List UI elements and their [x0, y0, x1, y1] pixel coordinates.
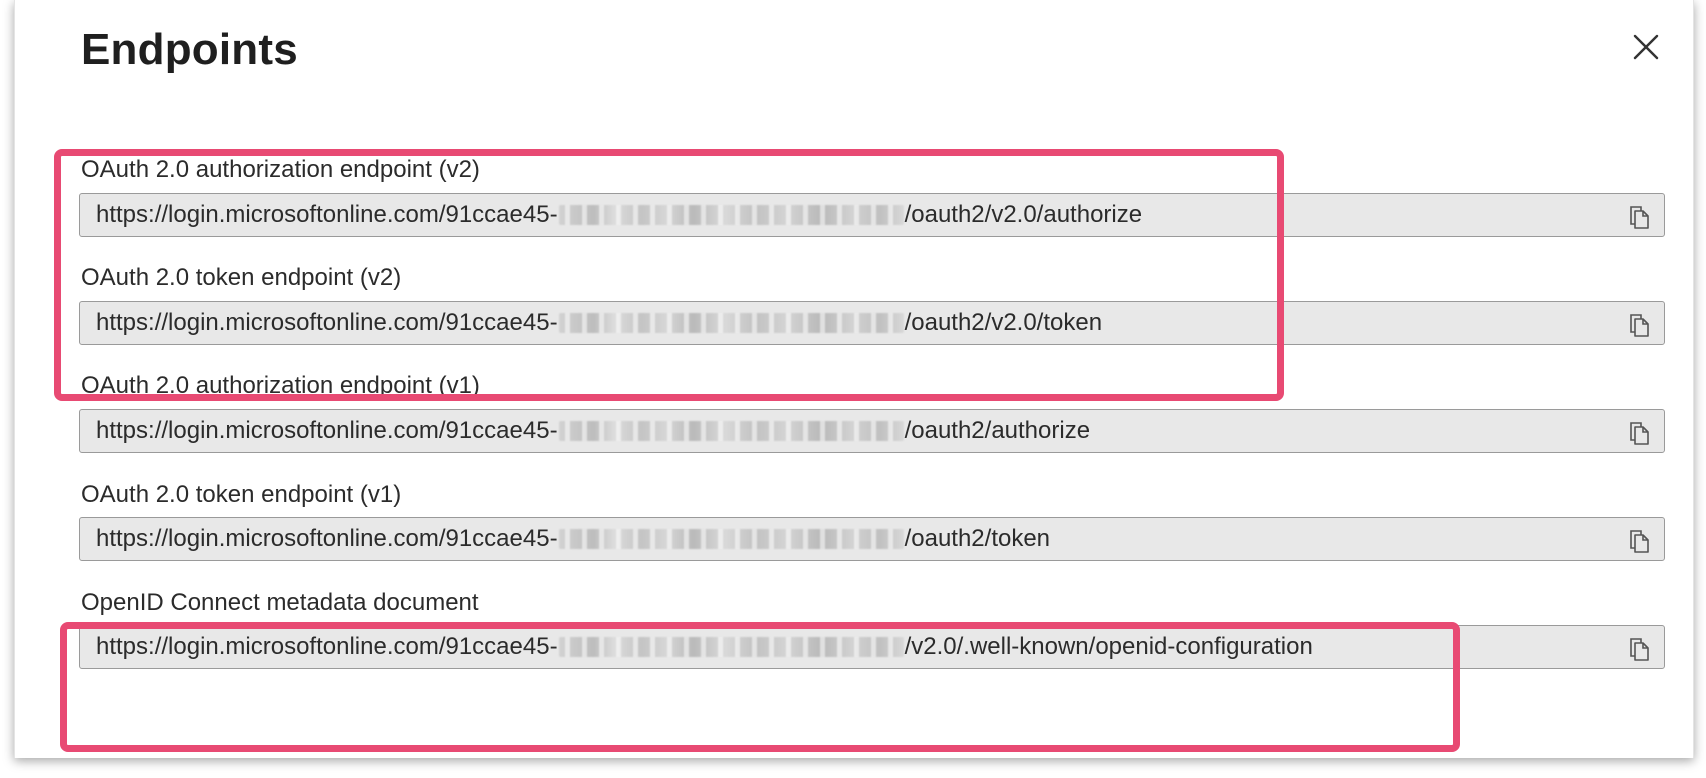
- url-suffix: /oauth2/v2.0/token: [904, 309, 1103, 336]
- endpoint-field-token-v2[interactable]: https://login.microsoftonline.com/91ccae…: [79, 301, 1665, 345]
- copy-icon: [1630, 206, 1649, 229]
- copy-button[interactable]: [1628, 311, 1652, 337]
- redacted-tenant-id: [558, 637, 904, 657]
- redacted-tenant-id: [558, 205, 904, 225]
- copy-icon: [1630, 638, 1649, 661]
- redacted-tenant-id: [558, 529, 904, 549]
- endpoint-field-openid-metadata[interactable]: https://login.microsoftonline.com/91ccae…: [79, 625, 1665, 669]
- endpoint-url[interactable]: https://login.microsoftonline.com/91ccae…: [96, 302, 1102, 344]
- copy-icon: [1630, 314, 1649, 337]
- copy-icon: [1630, 422, 1649, 445]
- endpoint-field-token-v1[interactable]: https://login.microsoftonline.com/91ccae…: [79, 517, 1665, 561]
- url-prefix: https://login.microsoftonline.com/91ccae…: [96, 417, 558, 444]
- redacted-tenant-id: [558, 313, 904, 333]
- url-prefix: https://login.microsoftonline.com/91ccae…: [96, 309, 558, 336]
- url-prefix: https://login.microsoftonline.com/91ccae…: [96, 525, 558, 552]
- endpoint-label-openid-metadata: OpenID Connect metadata document: [81, 589, 479, 616]
- url-prefix: https://login.microsoftonline.com/91ccae…: [96, 201, 558, 228]
- copy-button[interactable]: [1628, 203, 1652, 229]
- endpoint-url[interactable]: https://login.microsoftonline.com/91ccae…: [96, 626, 1313, 668]
- copy-button[interactable]: [1628, 527, 1652, 553]
- endpoint-label-authorize-v1: OAuth 2.0 authorization endpoint (v1): [81, 372, 480, 399]
- endpoint-url[interactable]: https://login.microsoftonline.com/91ccae…: [96, 194, 1142, 236]
- endpoint-label-token-v1: OAuth 2.0 token endpoint (v1): [81, 481, 402, 508]
- close-button[interactable]: [1629, 30, 1663, 64]
- copy-button[interactable]: [1628, 635, 1652, 661]
- endpoint-url[interactable]: https://login.microsoftonline.com/91ccae…: [96, 518, 1050, 560]
- url-suffix: /v2.0/.well-known/openid-configuration: [904, 633, 1313, 660]
- panel-title: Endpoints: [81, 25, 298, 74]
- copy-button[interactable]: [1628, 419, 1652, 445]
- copy-icon: [1630, 530, 1649, 553]
- url-suffix: /oauth2/token: [904, 525, 1051, 552]
- url-suffix: /oauth2/v2.0/authorize: [904, 201, 1143, 228]
- endpoint-label-authorize-v2: OAuth 2.0 authorization endpoint (v2): [81, 156, 480, 183]
- endpoint-label-token-v2: OAuth 2.0 token endpoint (v2): [81, 264, 402, 291]
- redacted-tenant-id: [558, 421, 904, 441]
- url-suffix: /oauth2/authorize: [904, 417, 1091, 444]
- close-icon: [1633, 34, 1659, 60]
- endpoint-field-authorize-v2[interactable]: https://login.microsoftonline.com/91ccae…: [79, 193, 1665, 237]
- url-prefix: https://login.microsoftonline.com/91ccae…: [96, 633, 558, 660]
- endpoint-url[interactable]: https://login.microsoftonline.com/91ccae…: [96, 410, 1090, 452]
- endpoints-panel: Endpoints OAuth 2.0 authorization endpoi…: [14, 0, 1694, 758]
- endpoint-field-authorize-v1[interactable]: https://login.microsoftonline.com/91ccae…: [79, 409, 1665, 453]
